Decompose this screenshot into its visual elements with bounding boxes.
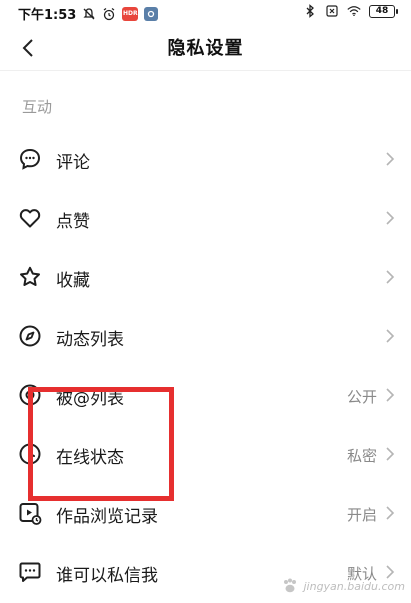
app-notification-icon-2 [144, 6, 159, 21]
mute-bell-icon [82, 7, 96, 21]
header-divider [0, 70, 411, 71]
view-history-icon [19, 503, 42, 525]
settings-row-label: 谁可以私信我 [56, 566, 158, 586]
page-title: 隐私设置 [167, 38, 244, 59]
chevron-right-icon [386, 447, 395, 461]
settings-row-activity-list[interactable]: 动态列表 [0, 308, 411, 367]
settings-row-comment[interactable]: 评论 [0, 131, 411, 190]
settings-row-value: 公开 [346, 388, 377, 406]
paw-logo-icon [284, 578, 297, 593]
watermark: jingyan.baidu.com [281, 577, 405, 595]
settings-row-favorite[interactable]: 收藏 [0, 249, 411, 308]
settings-row-label: 点赞 [56, 212, 90, 232]
settings-row-label: 在线状态 [56, 448, 124, 468]
status-time: 下午1:53 [18, 8, 77, 23]
bluetooth-icon [303, 4, 317, 18]
online-status-icon [19, 443, 41, 465]
page-header: 隐私设置 [0, 26, 411, 70]
at-icon [19, 384, 41, 406]
message-icon [19, 562, 41, 582]
star-icon [20, 266, 40, 286]
chevron-right-icon [386, 270, 395, 284]
no-sim-icon [325, 4, 339, 18]
alarm-icon [102, 7, 116, 21]
settings-row-label: 作品浏览记录 [56, 507, 158, 527]
settings-list: 评论 点赞 收藏 动态列表 被@列表 公开 在线状态 私密 作品浏览记录 开启 … [0, 131, 411, 603]
settings-row-value: 开启 [346, 506, 377, 524]
status-bar: 下午1:53 HDR 48 [0, 0, 411, 26]
comment-icon [19, 148, 41, 170]
settings-row-view-history[interactable]: 作品浏览记录 开启 [0, 485, 411, 544]
settings-row-label: 收藏 [56, 271, 90, 291]
compass-icon [19, 325, 41, 347]
settings-row-label: 动态列表 [56, 330, 124, 350]
chevron-right-icon [386, 506, 395, 520]
chevron-right-icon [386, 329, 395, 343]
watermark-text: jingyan.baidu.com [303, 579, 405, 593]
app-notification-icon: HDR [122, 6, 139, 21]
settings-row-online-status[interactable]: 在线状态 私密 [0, 426, 411, 485]
wifi-icon [347, 4, 361, 18]
settings-row-value: 私密 [346, 447, 377, 465]
settings-row-label: 被@列表 [56, 389, 124, 409]
settings-row-like[interactable]: 点赞 [0, 190, 411, 249]
chevron-right-icon [386, 388, 395, 402]
battery-indicator: 48 [369, 4, 398, 18]
section-label-interaction: 互动 [22, 98, 53, 116]
heart-icon [19, 209, 41, 228]
chevron-right-icon [386, 152, 395, 166]
chevron-right-icon [386, 211, 395, 225]
settings-row-label: 评论 [56, 153, 90, 173]
settings-row-mentions-list[interactable]: 被@列表 公开 [0, 367, 411, 426]
